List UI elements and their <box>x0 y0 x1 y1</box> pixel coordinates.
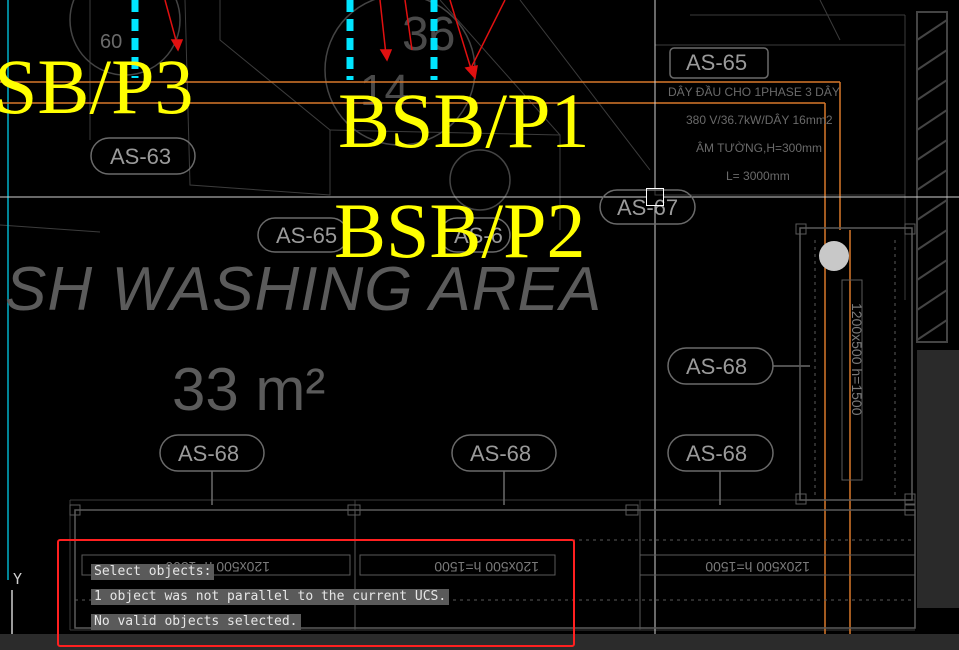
panel-label-bsb-p1: BSB/P1 <box>338 77 590 164</box>
command-history-box: Select objects: 1 object was not paralle… <box>57 539 575 647</box>
tag-label: AS-68 <box>686 441 747 466</box>
cable-note-line: 380 V/36.7kW/DÂY 16mm2 <box>686 112 833 127</box>
panel-label-bsb-p2: BSB/P2 <box>334 187 586 274</box>
tag-label: AS-68 <box>178 441 239 466</box>
command-line: No valid objects selected. <box>91 614 301 630</box>
tag-label: AS-65 <box>276 223 337 248</box>
cable-note-line: ÂM TƯỜNG,H=300mm <box>696 140 822 155</box>
trench-note: 120x500 h=1500 <box>705 559 810 575</box>
grip-point[interactable] <box>819 241 849 271</box>
trench-note-vertical: 1200x500 h=1500 <box>849 303 865 416</box>
tag-label: AS-68 <box>470 441 531 466</box>
panel-label-sb-p3: SB/P3 <box>0 43 194 130</box>
ucs-y-label: Y <box>13 570 23 588</box>
cable-note-line: L= 3000mm <box>726 169 790 183</box>
command-line: 1 object was not parallel to the current… <box>91 589 450 605</box>
cad-drawing-canvas[interactable]: 60 36 14 AS-63 AS-65 AS-6 AS-67 AS-65 AS… <box>0 0 959 650</box>
cable-note-line: DÂY ĐẦU CHO 1PHASE 3 DÂY <box>668 84 840 99</box>
command-line: Select objects: <box>91 564 215 580</box>
tag-label: AS-65 <box>686 50 747 75</box>
cursor-pickbox <box>646 188 664 206</box>
tag-label: AS-63 <box>110 144 171 169</box>
room-area: 33 m² <box>172 356 325 423</box>
tag-label: AS-68 <box>686 354 747 379</box>
right-wall-hatch <box>916 11 959 608</box>
